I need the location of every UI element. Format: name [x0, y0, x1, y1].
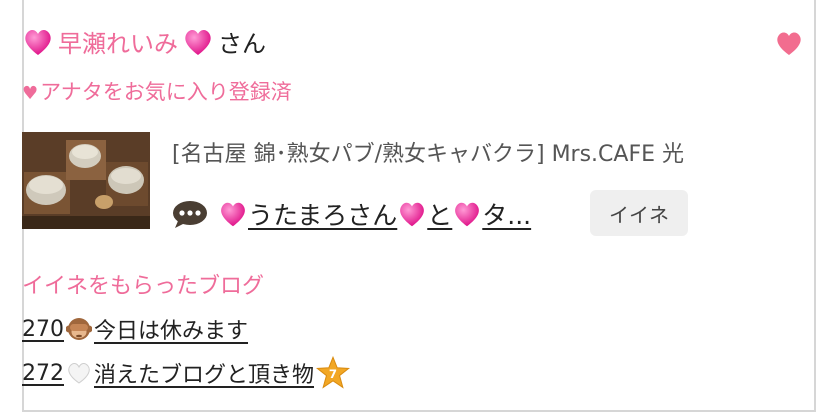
honorific-suffix: さん: [218, 30, 266, 58]
liked-blog-link[interactable]: 270 今日は休みます: [22, 313, 248, 345]
white-heart-icon: [68, 363, 90, 384]
pink-heart-icon: [455, 202, 480, 227]
thumbnail-image: [22, 132, 150, 229]
small-heart-icon: ♥: [22, 83, 39, 104]
pink-heart-icon: [25, 29, 51, 55]
blog-title-link[interactable]: うたまろさん と タ...: [218, 196, 531, 232]
received-likes-heading: イイネをもらったブログ: [22, 274, 265, 299]
pink-heart-icon: [221, 202, 245, 227]
blog-title-part-2: と: [427, 201, 453, 230]
profile-header: 早瀬れいみ さん: [22, 24, 266, 59]
favorite-status: ♥アナタをお気に入り登録済: [22, 76, 292, 106]
liked-blog-post: 270 今日は休みます: [22, 313, 248, 345]
speech-bubble-icon: [173, 201, 207, 228]
blog-title-part-1: うたまろさん: [248, 201, 398, 230]
see-no-evil-monkey-icon: [66, 318, 92, 340]
post-title: 消えたブログと頂き物: [94, 363, 315, 388]
post-title: 今日は休みます: [94, 319, 249, 344]
liked-blog-post: 272 消えたブログと頂き物 7: [22, 356, 352, 390]
post-number: 270: [22, 316, 64, 342]
heart-icon[interactable]: [774, 28, 804, 58]
post-number: 272: [22, 360, 64, 386]
blog-activity-line: うたまろさん と タ...: [172, 196, 531, 232]
liked-blog-link[interactable]: 272 消えたブログと頂き物: [22, 357, 314, 389]
user-name[interactable]: 早瀬れいみ: [58, 24, 178, 59]
shop-label[interactable]: [名古屋 錦･熟女パブ/熟女キャバクラ] Mrs.CAFE 光: [172, 136, 684, 168]
iine-button[interactable]: イイネ: [590, 190, 688, 236]
blog-thumbnail[interactable]: [22, 132, 150, 229]
blog-title-part-3: タ...: [482, 201, 532, 230]
star-badge-icon: 7: [316, 356, 351, 389]
svg-text:7: 7: [329, 367, 337, 381]
favorite-status-label: アナタをお気に入り登録済: [40, 80, 292, 104]
pink-heart-icon: [400, 202, 425, 227]
pink-heart-icon: [185, 29, 211, 55]
